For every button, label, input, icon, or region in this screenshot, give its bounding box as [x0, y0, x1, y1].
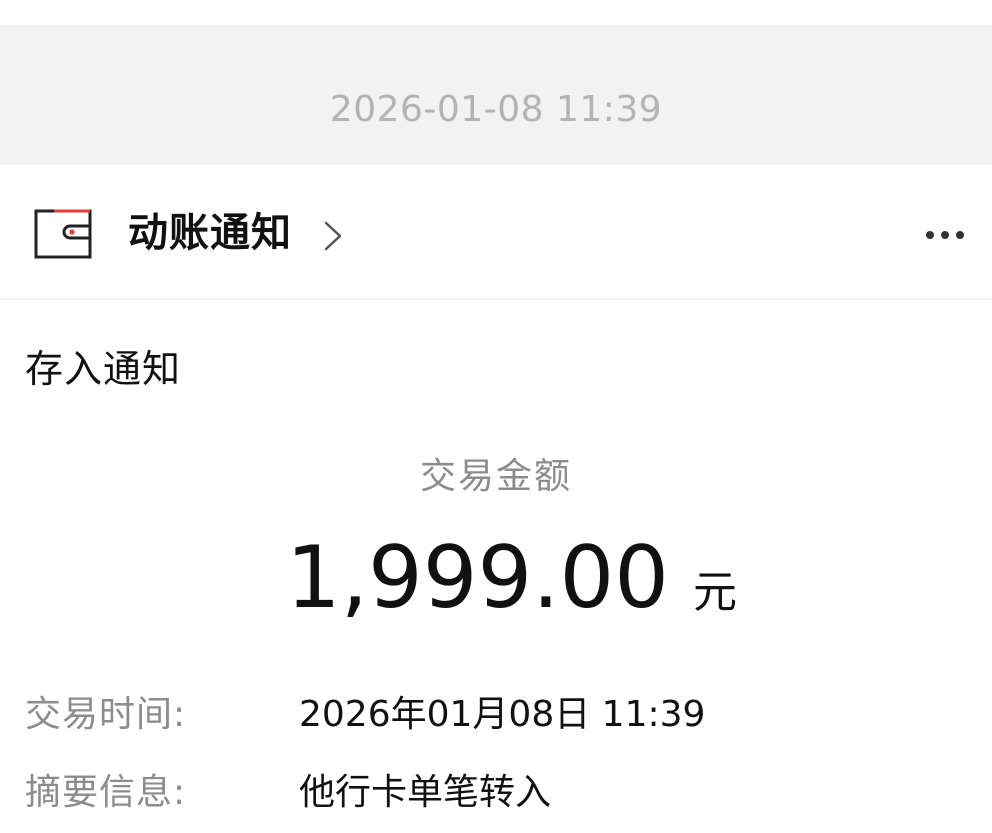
more-options-icon[interactable]	[924, 227, 966, 241]
notice-title: 存入通知	[25, 347, 182, 391]
wallet-icon	[34, 208, 92, 260]
detail-label-time: 交易时间:	[25, 694, 187, 735]
message-timestamp: 2026-01-08 11:39	[329, 89, 663, 130]
chevron-right-icon[interactable]	[322, 220, 344, 252]
detail-value-time: 2026年01月08日 11:39	[299, 694, 706, 735]
amount-value: 1,999.00	[286, 528, 669, 628]
detail-label-summary: 摘要信息:	[25, 772, 187, 813]
currency-unit: 元	[692, 567, 737, 618]
account-name[interactable]: 动账通知	[128, 207, 292, 259]
account-header[interactable]: 动账通知	[0, 165, 992, 300]
amount-label: 交易金额	[419, 456, 572, 497]
detail-value-summary: 他行卡单笔转入	[299, 772, 552, 813]
top-strip	[0, 0, 992, 25]
amount-row: 1,999.00 元	[286, 528, 737, 638]
